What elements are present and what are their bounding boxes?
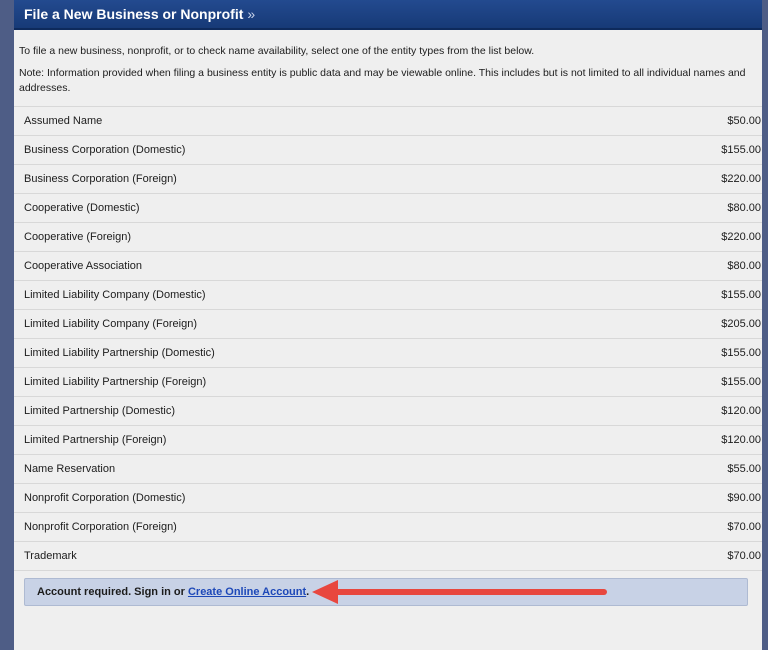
entity-name: Limited Partnership (Domestic) [24,405,175,417]
entity-name: Trademark [24,550,77,562]
entity-fee: $220.00 [721,231,761,243]
entity-name: Business Corporation (Foreign) [24,173,177,185]
entity-name: Limited Liability Company (Foreign) [24,318,198,330]
entity-fee: $155.00 [721,347,761,359]
entity-name: Cooperative Association [24,260,143,272]
notice-prefix: Account required. Sign in or [37,586,188,598]
entity-row[interactable]: Limited Partnership (Domestic) $120.00 [14,397,762,426]
entity-row[interactable]: Name Reservation $55.00 [14,455,762,484]
entity-row[interactable]: Limited Liability Company (Foreign) $205.… [14,310,762,339]
entity-fee: $155.00 [721,144,761,156]
entity-row[interactable]: Assumed Name $50.00 [14,107,762,136]
entity-row[interactable]: Cooperative (Domestic) $80.00 [14,194,762,223]
create-online-account-link[interactable]: Create Online Account [188,586,306,598]
entity-fee-table: Assumed Name $50.00 Business Corporation (… [14,106,762,571]
entity-name: Nonprofit Corporation (Domestic) [24,492,186,504]
entity-row[interactable]: Nonprofit Corporation (Foreign) $70.00 [14,513,762,542]
entity-fee: $220.00 [721,173,761,185]
entity-name: Cooperative (Domestic) [24,202,140,214]
entity-row[interactable]: Cooperative Association $80.00 [14,252,762,281]
entity-fee: $70.00 [727,521,761,533]
panel-header: File a New Business or Nonprofit» [14,0,762,30]
entity-fee: $120.00 [721,434,761,446]
chevron-right-icon: » [247,6,256,22]
page-title: File a New Business or Nonprofit [24,6,244,22]
entity-fee: $70.00 [727,550,761,562]
entity-row[interactable]: Limited Liability Company (Domestic) $155… [14,281,762,310]
entity-name: Limited Partnership (Foreign) [24,434,167,446]
file-business-panel: File a New Business or Nonprofit» To fil… [14,0,762,650]
account-required-notice: Account required. Sign in or Create Onli… [24,578,748,606]
entity-row[interactable]: Limited Partnership (Foreign) $120.00 [14,426,762,455]
intro-instructions: To file a new business, nonprofit, or to… [19,45,535,57]
entity-row[interactable]: Trademark $70.00 [14,542,762,571]
entity-name: Nonprofit Corporation (Foreign) [24,521,177,533]
entity-name: Limited Liability Partnership (Domestic) [24,347,215,359]
entity-name: Limited Liability Company (Domestic) [24,289,206,301]
entity-row[interactable]: Business Corporation (Foreign) $220.00 [14,165,762,194]
entity-name: Business Corporation (Domestic) [24,144,186,156]
pointer-arrow-icon [312,580,607,604]
entity-name: Name Reservation [24,463,116,475]
entity-row[interactable]: Cooperative (Foreign) $220.00 [14,223,762,252]
entity-row[interactable]: Nonprofit Corporation (Domestic) $90.00 [14,484,762,513]
entity-fee: $80.00 [727,202,761,214]
entity-fee: $50.00 [727,115,761,127]
entity-fee: $55.00 [727,463,761,475]
entity-fee: $205.00 [721,318,761,330]
entity-name: Assumed Name [24,115,103,127]
entity-fee: $155.00 [721,376,761,388]
intro-note: Note: Information provided when filing a… [19,67,746,94]
entity-fee: $80.00 [727,260,761,272]
entity-row[interactable]: Limited Liability Partnership (Foreign) $… [14,368,762,397]
entity-fee: $90.00 [727,492,761,504]
entity-fee: $120.00 [721,405,761,417]
entity-name: Cooperative (Foreign) [24,231,131,243]
entity-row[interactable]: Limited Liability Partnership (Domestic)… [14,339,762,368]
entity-row[interactable]: Business Corporation (Domestic) $155.00 [14,136,762,165]
entity-name: Limited Liability Partnership (Foreign) [24,376,207,388]
entity-fee: $155.00 [721,289,761,301]
intro-text: To file a new business, nonprofit, or to… [14,30,762,96]
